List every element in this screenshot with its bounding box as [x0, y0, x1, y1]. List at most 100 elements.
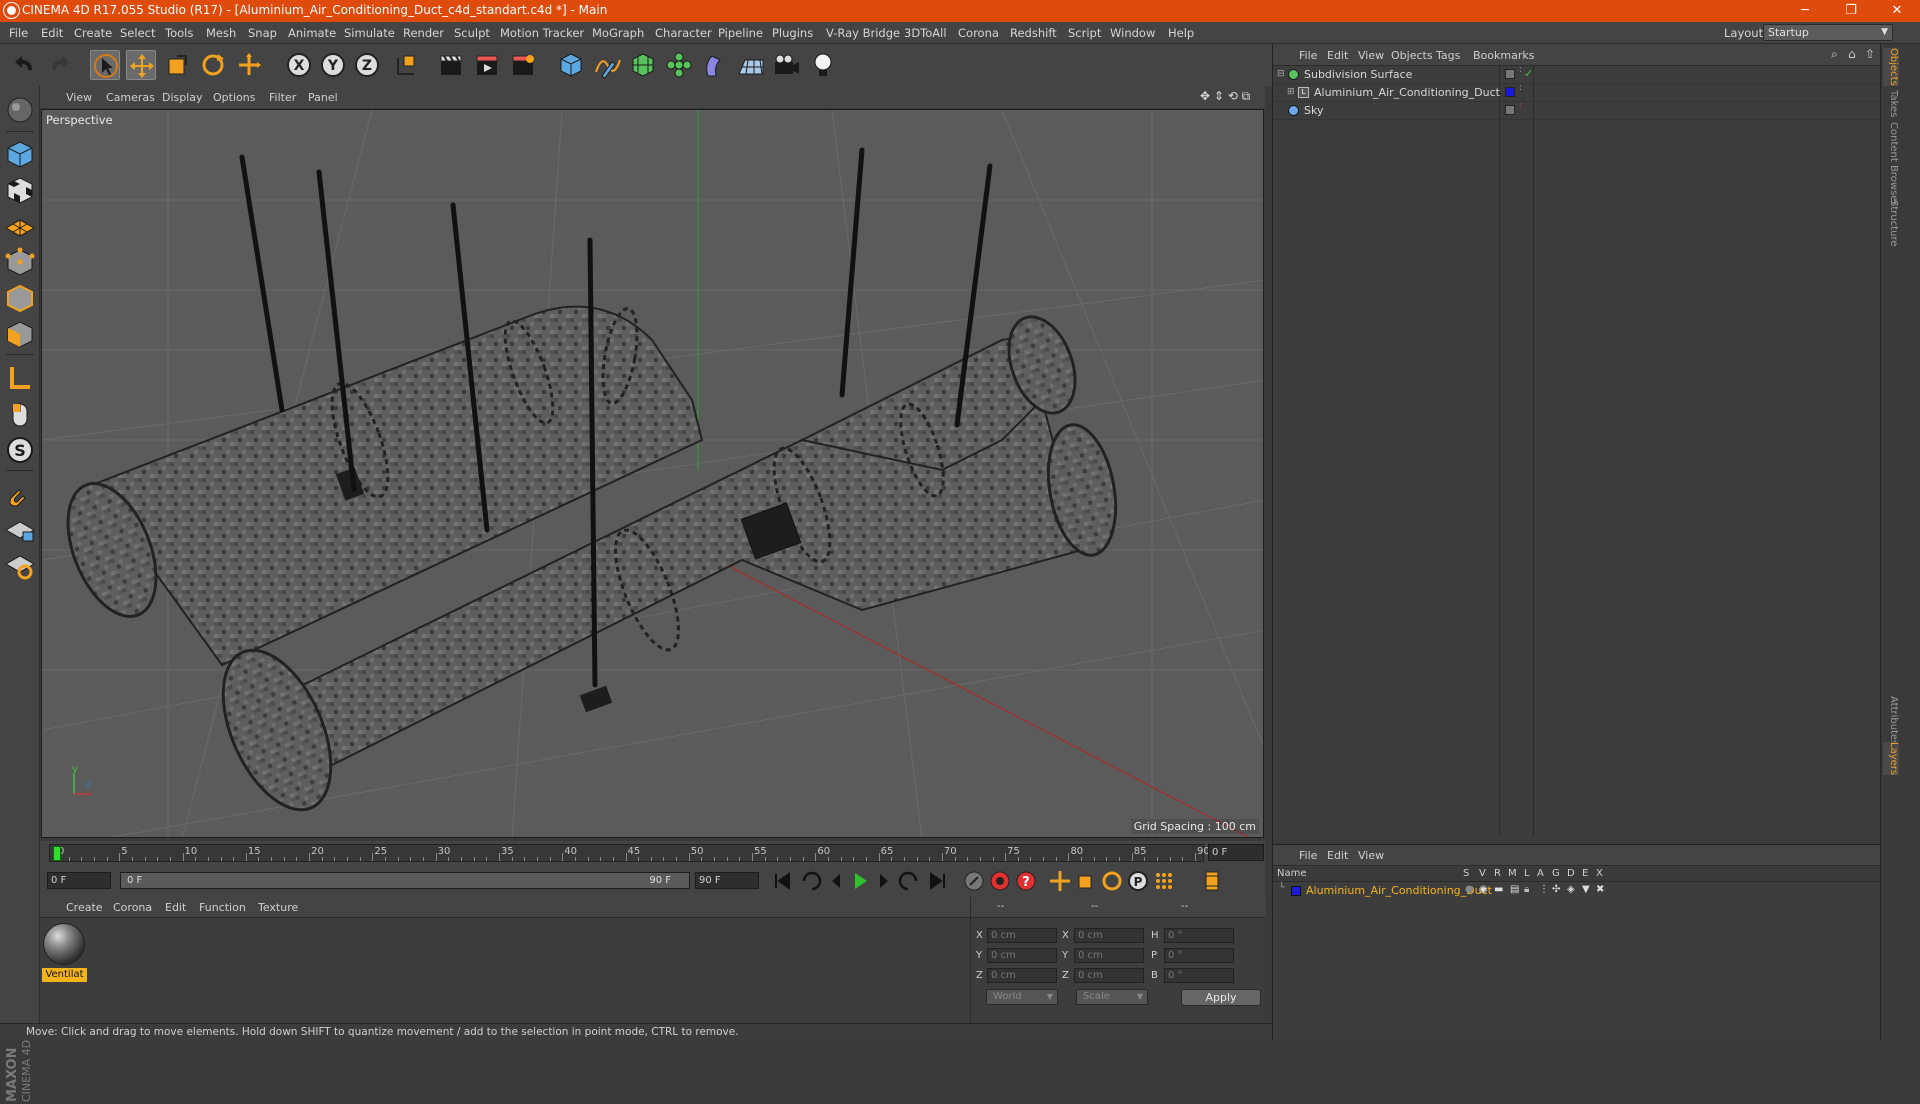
menu-pipeline[interactable]: Pipeline: [718, 26, 763, 40]
home-icon[interactable]: ⌂: [1848, 47, 1856, 61]
position-z-field[interactable]: 0 cm: [987, 968, 1057, 983]
menu-tools[interactable]: Tools: [165, 26, 193, 40]
frame-range-slider[interactable]: 0 F 90 F: [120, 872, 690, 889]
tab-layers[interactable]: Layers: [1883, 742, 1899, 776]
object-row-sky[interactable]: Sky :: [1273, 101, 1899, 120]
end-frame-field[interactable]: 90 F: [695, 872, 759, 889]
layer-menu-view[interactable]: View: [1358, 849, 1384, 862]
size-y-field[interactable]: 0 cm: [1074, 948, 1144, 963]
search-icon[interactable]: ⌕: [1831, 47, 1838, 62]
menu-mesh[interactable]: Mesh: [206, 26, 236, 40]
material-menu-create[interactable]: Create: [66, 901, 103, 914]
previous-key-button[interactable]: [800, 869, 824, 893]
menu-file[interactable]: File: [9, 26, 28, 40]
timeline-ruler[interactable]: 0 5 10 15 20 25 30 35 40 45 50 55 60 65 70 75 80 85 90: [49, 844, 1210, 862]
current-frame-field[interactable]: 0 F: [1208, 844, 1264, 861]
layer-color-swatch[interactable]: [1505, 87, 1515, 97]
rotate-tool[interactable]: [198, 50, 228, 80]
go-to-start-button[interactable]: [770, 869, 794, 893]
object-menu-edit[interactable]: Edit: [1327, 49, 1348, 62]
deformer-button[interactable]: [700, 50, 730, 80]
layer-menu-edit[interactable]: Edit: [1327, 849, 1348, 862]
material-name-label[interactable]: Ventilat: [42, 968, 87, 982]
up-arrow-icon[interactable]: ⇧: [1865, 47, 1875, 61]
object-row-aluminium-duct[interactable]: ⊞ L Aluminium_Air_Conditioning_Duct :: [1273, 83, 1899, 102]
object-menu-tags[interactable]: Tags: [1436, 49, 1460, 62]
layer-tag-icon[interactable]: [1505, 105, 1515, 115]
layer-menu-file[interactable]: File: [1299, 849, 1317, 862]
key-parameter-button[interactable]: P: [1126, 869, 1150, 893]
viewport-canvas[interactable]: y z Perspective Grid Spacing : 100 cm: [41, 109, 1264, 838]
viewport-menu-display[interactable]: Display: [162, 91, 203, 104]
visibility-dots-icon[interactable]: :: [1519, 101, 1522, 111]
expression-toggle-icon[interactable]: ▼: [1582, 884, 1590, 895]
menu-motion-tracker[interactable]: Motion Tracker: [500, 26, 584, 40]
material-menu-texture[interactable]: Texture: [258, 901, 298, 914]
undo-button[interactable]: [10, 50, 40, 80]
menu-script[interactable]: Script: [1068, 26, 1101, 40]
menu-snap[interactable]: Snap: [248, 26, 277, 40]
viewport-menu-panel[interactable]: Panel: [308, 91, 338, 104]
expand-icon[interactable]: ⊞: [1287, 87, 1295, 97]
menu-window[interactable]: Window: [1110, 26, 1155, 40]
key-rotation-button[interactable]: [1100, 869, 1124, 893]
tweak-mode-button[interactable]: [3, 398, 37, 430]
render-to-picture-viewer-button[interactable]: [472, 50, 502, 80]
model-mode-button[interactable]: [3, 138, 37, 170]
object-menu-bookmarks[interactable]: Bookmarks: [1473, 49, 1534, 62]
array-mograph-button[interactable]: [664, 50, 694, 80]
y-axis-lock[interactable]: Y: [318, 50, 348, 80]
menu-plugins[interactable]: Plugins: [772, 26, 813, 40]
coordinate-space-select[interactable]: World ▼: [986, 989, 1058, 1005]
rotation-b-field[interactable]: 0 °: [1164, 968, 1234, 983]
material-menu-corona[interactable]: Corona: [113, 901, 152, 914]
scale-tool[interactable]: [162, 50, 192, 80]
viewport-menu-filter[interactable]: Filter: [269, 91, 296, 104]
workplane-mode-button[interactable]: [3, 210, 37, 242]
visibility-dots-icon[interactable]: :: [1519, 83, 1522, 93]
redo-button[interactable]: [44, 50, 74, 80]
viewport-menu-cameras[interactable]: Cameras: [106, 91, 155, 104]
menu-3dtoall[interactable]: 3DToAll: [904, 26, 947, 40]
timeline-window-button[interactable]: [1200, 869, 1224, 893]
key-pla-button[interactable]: [1152, 869, 1176, 893]
points-mode-button[interactable]: [3, 246, 37, 278]
key-position-button[interactable]: [1048, 869, 1072, 893]
material-menu-edit[interactable]: Edit: [165, 901, 186, 914]
workplane-snap-button[interactable]: [3, 550, 37, 582]
object-menu-objects[interactable]: Objects: [1391, 49, 1433, 62]
size-x-field[interactable]: 0 cm: [1074, 928, 1144, 943]
tab-objects[interactable]: Objects: [1883, 48, 1899, 86]
object-menu-file[interactable]: File: [1299, 49, 1317, 62]
texture-mode-button[interactable]: [3, 174, 37, 206]
size-z-field[interactable]: 0 cm: [1074, 968, 1144, 983]
make-editable-button[interactable]: [3, 94, 37, 126]
menu-redshift[interactable]: Redshift: [1010, 26, 1057, 40]
solo-toggle-icon[interactable]: ●: [1465, 884, 1474, 895]
menu-select[interactable]: Select: [120, 26, 155, 40]
menu-create[interactable]: Create: [74, 26, 112, 40]
layer-tag-icon[interactable]: [1505, 69, 1515, 79]
recent-tool[interactable]: [234, 50, 264, 80]
object-menu-view[interactable]: View: [1358, 49, 1384, 62]
record-keys-button[interactable]: [962, 869, 986, 893]
tab-content-browser[interactable]: Content Browser: [1883, 122, 1899, 205]
workplane-lock-button[interactable]: [3, 514, 37, 546]
eye-icon[interactable]: ◉: [1479, 884, 1488, 895]
light-button[interactable]: [808, 50, 838, 80]
menu-animate[interactable]: Animate: [288, 26, 336, 40]
layer-color-swatch[interactable]: [1291, 886, 1301, 896]
viewport-menu-view[interactable]: View: [66, 91, 92, 104]
z-axis-lock[interactable]: Z: [352, 50, 382, 80]
minimize-button[interactable]: ─: [1782, 0, 1828, 22]
size-mode-select[interactable]: Scale ▼: [1076, 989, 1148, 1005]
tab-attributes[interactable]: Attributes: [1883, 696, 1899, 745]
playhead-marker[interactable]: [53, 846, 61, 861]
visibility-dots-icon[interactable]: :: [1519, 65, 1522, 75]
tab-takes[interactable]: Takes: [1883, 90, 1899, 117]
play-button[interactable]: [848, 869, 872, 893]
key-scale-button[interactable]: [1074, 869, 1098, 893]
coordinate-system-button[interactable]: [392, 50, 422, 80]
enable-snap-button[interactable]: [3, 478, 37, 510]
next-frame-button[interactable]: [872, 869, 896, 893]
